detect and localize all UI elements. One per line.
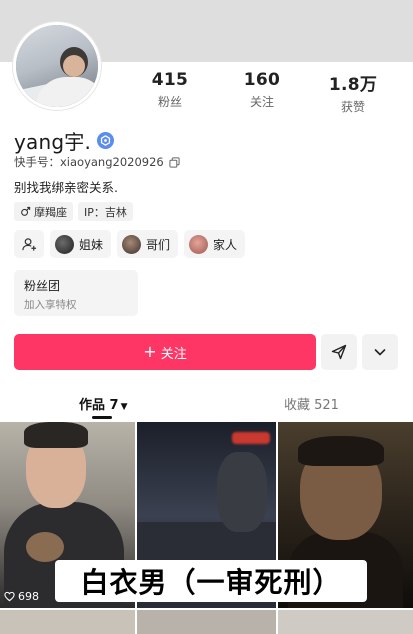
fan-club-title: 粉丝团 — [24, 279, 61, 293]
video-thumbnail[interactable] — [278, 610, 413, 634]
like-count: 698 — [4, 590, 39, 603]
chevron-down-icon — [374, 349, 386, 356]
video-thumbnail[interactable] — [0, 610, 135, 634]
tab-favorites[interactable]: 收藏 521 — [284, 394, 339, 413]
stat-following-label: 关注 — [249, 95, 274, 109]
stat-fans-value: 415 — [151, 70, 189, 90]
ip-label: IP：吉林 — [84, 205, 127, 219]
username: yang宇. — [14, 130, 92, 154]
brothers-avatar — [122, 234, 142, 254]
overlay-caption: 白衣男（一审死刑） — [55, 560, 367, 602]
like-count-value: 698 — [18, 590, 39, 603]
bio: 别找我绑亲密关系. — [14, 180, 118, 195]
kuaishou-id-text: 快手号：xiaoyang2020926 — [14, 155, 164, 169]
video-grid: 698 — [0, 422, 413, 634]
send-icon — [331, 344, 347, 360]
ip-tag: IP：吉林 — [78, 202, 133, 221]
stat-following-value: 160 — [243, 70, 281, 90]
stat-fans-label: 粉丝 — [157, 95, 182, 109]
stat-likes-value: 1.8万 — [328, 75, 378, 95]
relation-family[interactable]: 家人 — [184, 230, 246, 258]
copy-icon[interactable] — [169, 156, 180, 168]
add-relation-button[interactable] — [14, 230, 44, 258]
male-icon — [21, 206, 31, 216]
zodiac-tag: 摩羯座 — [14, 202, 73, 221]
follow-button[interactable]: + 关注 — [14, 334, 316, 370]
stat-likes[interactable]: 1.8万 获赞 — [313, 70, 393, 115]
fan-club-subtitle: 加入享特权 — [24, 299, 77, 311]
profile-avatar[interactable] — [13, 22, 101, 110]
relation-family-label: 家人 — [213, 237, 238, 252]
stat-fans[interactable]: 415 粉丝 — [130, 70, 210, 110]
tab-works[interactable]: 作品 7 ▼ — [79, 394, 128, 413]
tab-works-label: 作品 7 — [79, 398, 119, 413]
plus-icon: + — [143, 342, 157, 361]
send-message-button[interactable] — [321, 334, 357, 370]
verified-badge-icon[interactable] — [97, 132, 115, 149]
relation-chips: 姐妹 哥们 家人 — [14, 230, 246, 258]
add-friend-icon — [21, 237, 36, 251]
video-thumbnail[interactable] — [137, 610, 276, 634]
relation-sisters-label: 姐妹 — [79, 237, 104, 252]
relation-brothers[interactable]: 哥们 — [117, 230, 179, 258]
family-avatar — [189, 234, 209, 254]
stat-likes-label: 获赞 — [340, 100, 365, 114]
tab-favorites-label: 收藏 521 — [284, 398, 339, 413]
sisters-avatar — [55, 234, 74, 254]
content-tabs: 作品 7 ▼ 收藏 521 — [0, 388, 413, 420]
username-row: yang宇. — [14, 126, 115, 155]
active-tab-indicator — [92, 416, 112, 419]
relation-brothers-label: 哥们 — [146, 237, 171, 252]
zodiac-label: 摩羯座 — [34, 205, 67, 219]
caret-down-icon: ▼ — [120, 402, 128, 412]
heart-icon — [4, 591, 15, 602]
kuaishou-id: 快手号：xiaoyang2020926 — [14, 154, 180, 170]
more-options-button[interactable] — [362, 334, 398, 370]
profile-tags: 摩羯座 IP：吉林 — [14, 202, 133, 221]
relation-sisters[interactable]: 姐妹 — [50, 230, 112, 258]
follow-label: 关注 — [160, 346, 187, 362]
fan-club-card[interactable]: 粉丝团 加入享特权 — [14, 270, 138, 316]
stat-following[interactable]: 160 关注 — [222, 70, 302, 110]
